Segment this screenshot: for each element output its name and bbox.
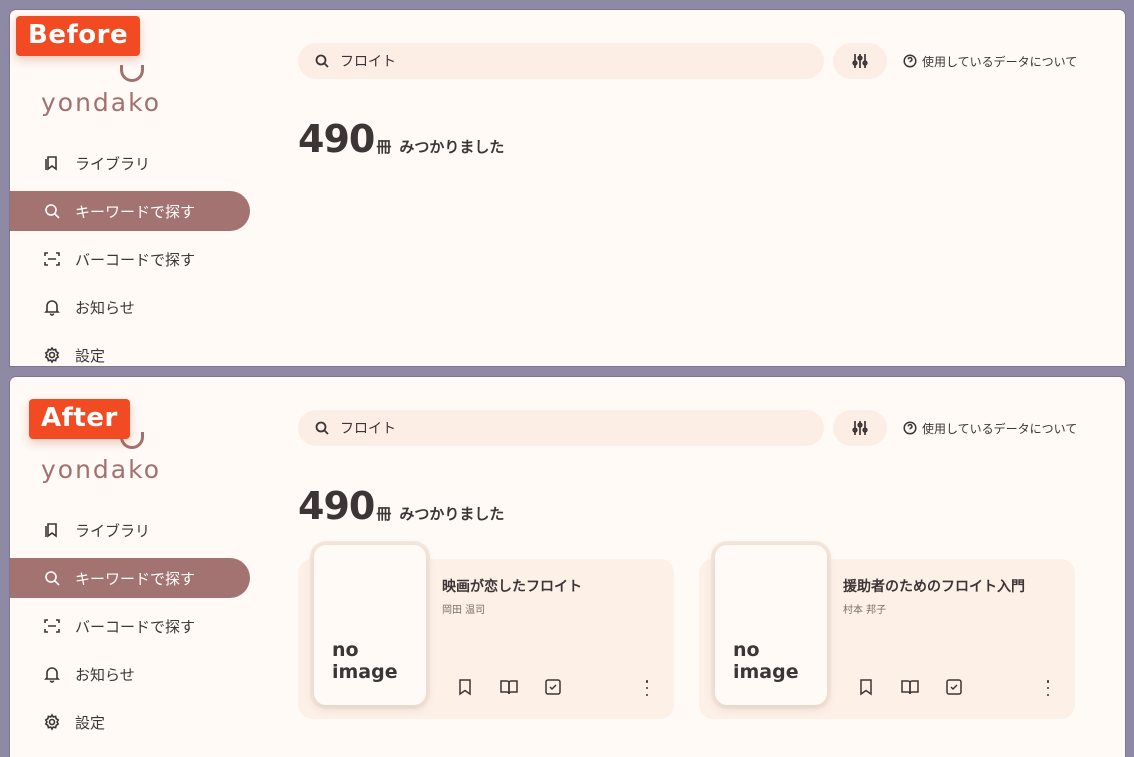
dot bbox=[1046, 680, 1050, 683]
gear-icon bbox=[41, 344, 63, 366]
reading-button[interactable] bbox=[899, 676, 921, 698]
sidebar-item-keyword-search[interactable]: キーワードで探す bbox=[10, 191, 250, 231]
search-value: フロイト bbox=[340, 421, 396, 437]
sidebar-item-keyword-search[interactable]: キーワードで探す bbox=[10, 558, 250, 598]
sidebar-item-settings[interactable]: 設定 bbox=[10, 335, 250, 366]
logo-mark bbox=[120, 65, 144, 82]
search-icon bbox=[41, 200, 63, 222]
library-icon bbox=[41, 152, 63, 174]
sidebar-nav: ライブラリ キーワードで探す バーコードで探す お知らせ 設定 bbox=[10, 143, 250, 366]
book-title[interactable]: 映画が恋したフロイト bbox=[442, 576, 582, 596]
sidebar-item-label: キーワードで探す bbox=[75, 569, 196, 588]
read-button[interactable] bbox=[542, 676, 564, 698]
sidebar-item-notifications[interactable]: お知らせ bbox=[10, 287, 250, 327]
library-icon bbox=[41, 519, 63, 541]
book-author: 岡田 温司 bbox=[442, 605, 486, 616]
sidebar-item-label: お知らせ bbox=[75, 298, 135, 317]
book-author: 村本 邦子 bbox=[843, 605, 887, 616]
search-value: フロイト bbox=[340, 54, 396, 70]
sidebar-item-barcode-search[interactable]: バーコードで探す bbox=[10, 606, 250, 646]
data-info-label: 使用しているデータについて bbox=[922, 54, 1078, 69]
search-input[interactable]: フロイト bbox=[298, 410, 824, 446]
dot bbox=[1046, 693, 1050, 696]
result-count: 490 冊 みつかりました bbox=[298, 117, 504, 161]
sidebar-item-label: ライブラリ bbox=[75, 521, 151, 540]
result-count: 490 冊 みつかりました bbox=[298, 484, 504, 528]
open-book-icon bbox=[500, 680, 518, 695]
data-info-label: 使用しているデータについて bbox=[922, 421, 1078, 436]
app-logo[interactable]: yondako bbox=[41, 88, 161, 117]
sidebar-item-label: 設定 bbox=[75, 346, 106, 365]
search-input[interactable]: フロイト bbox=[298, 43, 824, 79]
more-options-button[interactable] bbox=[642, 680, 652, 696]
gear-icon bbox=[41, 711, 63, 733]
sidebar-item-notifications[interactable]: お知らせ bbox=[10, 654, 250, 694]
data-info-link[interactable]: 使用しているデータについて bbox=[903, 43, 1077, 79]
sidebar-item-barcode-search[interactable]: バーコードで探す bbox=[10, 239, 250, 279]
bookmark-icon bbox=[459, 679, 471, 696]
book-card[interactable]: no image 映画が恋したフロイト 岡田 温司 bbox=[298, 545, 674, 719]
sidebar-item-library[interactable]: ライブラリ bbox=[10, 510, 250, 550]
help-circle-icon bbox=[903, 421, 917, 435]
data-info-link[interactable]: 使用しているデータについて bbox=[903, 410, 1077, 446]
sidebar-item-label: ライブラリ bbox=[75, 154, 151, 173]
result-count-unit: 冊 bbox=[376, 138, 392, 156]
sidebar-item-settings[interactable]: 設定 bbox=[10, 702, 250, 742]
sidebar-nav: ライブラリ キーワードで探す バーコードで探す お知らせ 設定 bbox=[10, 510, 250, 750]
dot bbox=[645, 693, 649, 696]
read-button[interactable] bbox=[943, 676, 965, 698]
sliders-icon bbox=[852, 54, 868, 68]
sidebar-item-label: キーワードで探す bbox=[75, 202, 196, 221]
sidebar-item-library[interactable]: ライブラリ bbox=[10, 143, 250, 183]
checkbox-icon bbox=[946, 679, 962, 695]
book-title[interactable]: 援助者のためのフロイト入門 bbox=[843, 576, 1025, 596]
barcode-scan-icon bbox=[41, 615, 63, 637]
filter-button[interactable] bbox=[833, 410, 887, 446]
book-cover[interactable]: no image bbox=[314, 545, 426, 705]
result-count-number: 490 bbox=[298, 117, 375, 161]
sidebar-item-label: お知らせ bbox=[75, 665, 135, 684]
app-logo[interactable]: yondako bbox=[41, 455, 161, 484]
search-icon bbox=[315, 421, 329, 435]
barcode-scan-icon bbox=[41, 248, 63, 270]
want-to-read-button[interactable] bbox=[454, 676, 476, 698]
no-image-placeholder: no image bbox=[733, 639, 799, 683]
no-image-placeholder: no image bbox=[332, 639, 398, 683]
open-book-icon bbox=[901, 680, 919, 695]
checkbox-icon bbox=[545, 679, 561, 695]
reading-button[interactable] bbox=[498, 676, 520, 698]
result-count-unit: 冊 bbox=[376, 505, 392, 523]
book-cover[interactable]: no image bbox=[715, 545, 827, 705]
before-badge: Before bbox=[16, 16, 141, 56]
more-options-button[interactable] bbox=[1043, 680, 1053, 696]
dot bbox=[1046, 686, 1050, 690]
want-to-read-button[interactable] bbox=[855, 676, 877, 698]
filter-button[interactable] bbox=[833, 43, 887, 79]
search-icon bbox=[315, 54, 329, 68]
sidebar-item-label: 設定 bbox=[75, 713, 106, 732]
search-icon bbox=[41, 567, 63, 589]
result-count-number: 490 bbox=[298, 484, 375, 528]
result-count-text: みつかりました bbox=[399, 138, 505, 156]
dot bbox=[645, 686, 649, 690]
sliders-icon bbox=[852, 421, 868, 435]
bell-icon bbox=[41, 663, 63, 685]
result-count-text: みつかりました bbox=[399, 505, 505, 523]
bookmark-icon bbox=[860, 679, 872, 696]
book-actions bbox=[855, 676, 987, 698]
sidebar-item-label: バーコードで探す bbox=[75, 617, 196, 636]
dot bbox=[645, 680, 649, 683]
before-window: yondako ライブラリ キーワードで探す バーコードで探す お知らせ 設定 … bbox=[10, 10, 1125, 366]
book-card[interactable]: no image 援助者のためのフロイト入門 村本 邦子 bbox=[699, 545, 1075, 719]
book-actions bbox=[454, 676, 586, 698]
after-badge: After bbox=[29, 399, 130, 439]
help-circle-icon bbox=[903, 54, 917, 68]
sidebar-item-label: バーコードで探す bbox=[75, 250, 196, 269]
bell-icon bbox=[41, 296, 63, 318]
after-window: yondako ライブラリ キーワードで探す バーコードで探す お知らせ 設定 … bbox=[10, 377, 1125, 757]
